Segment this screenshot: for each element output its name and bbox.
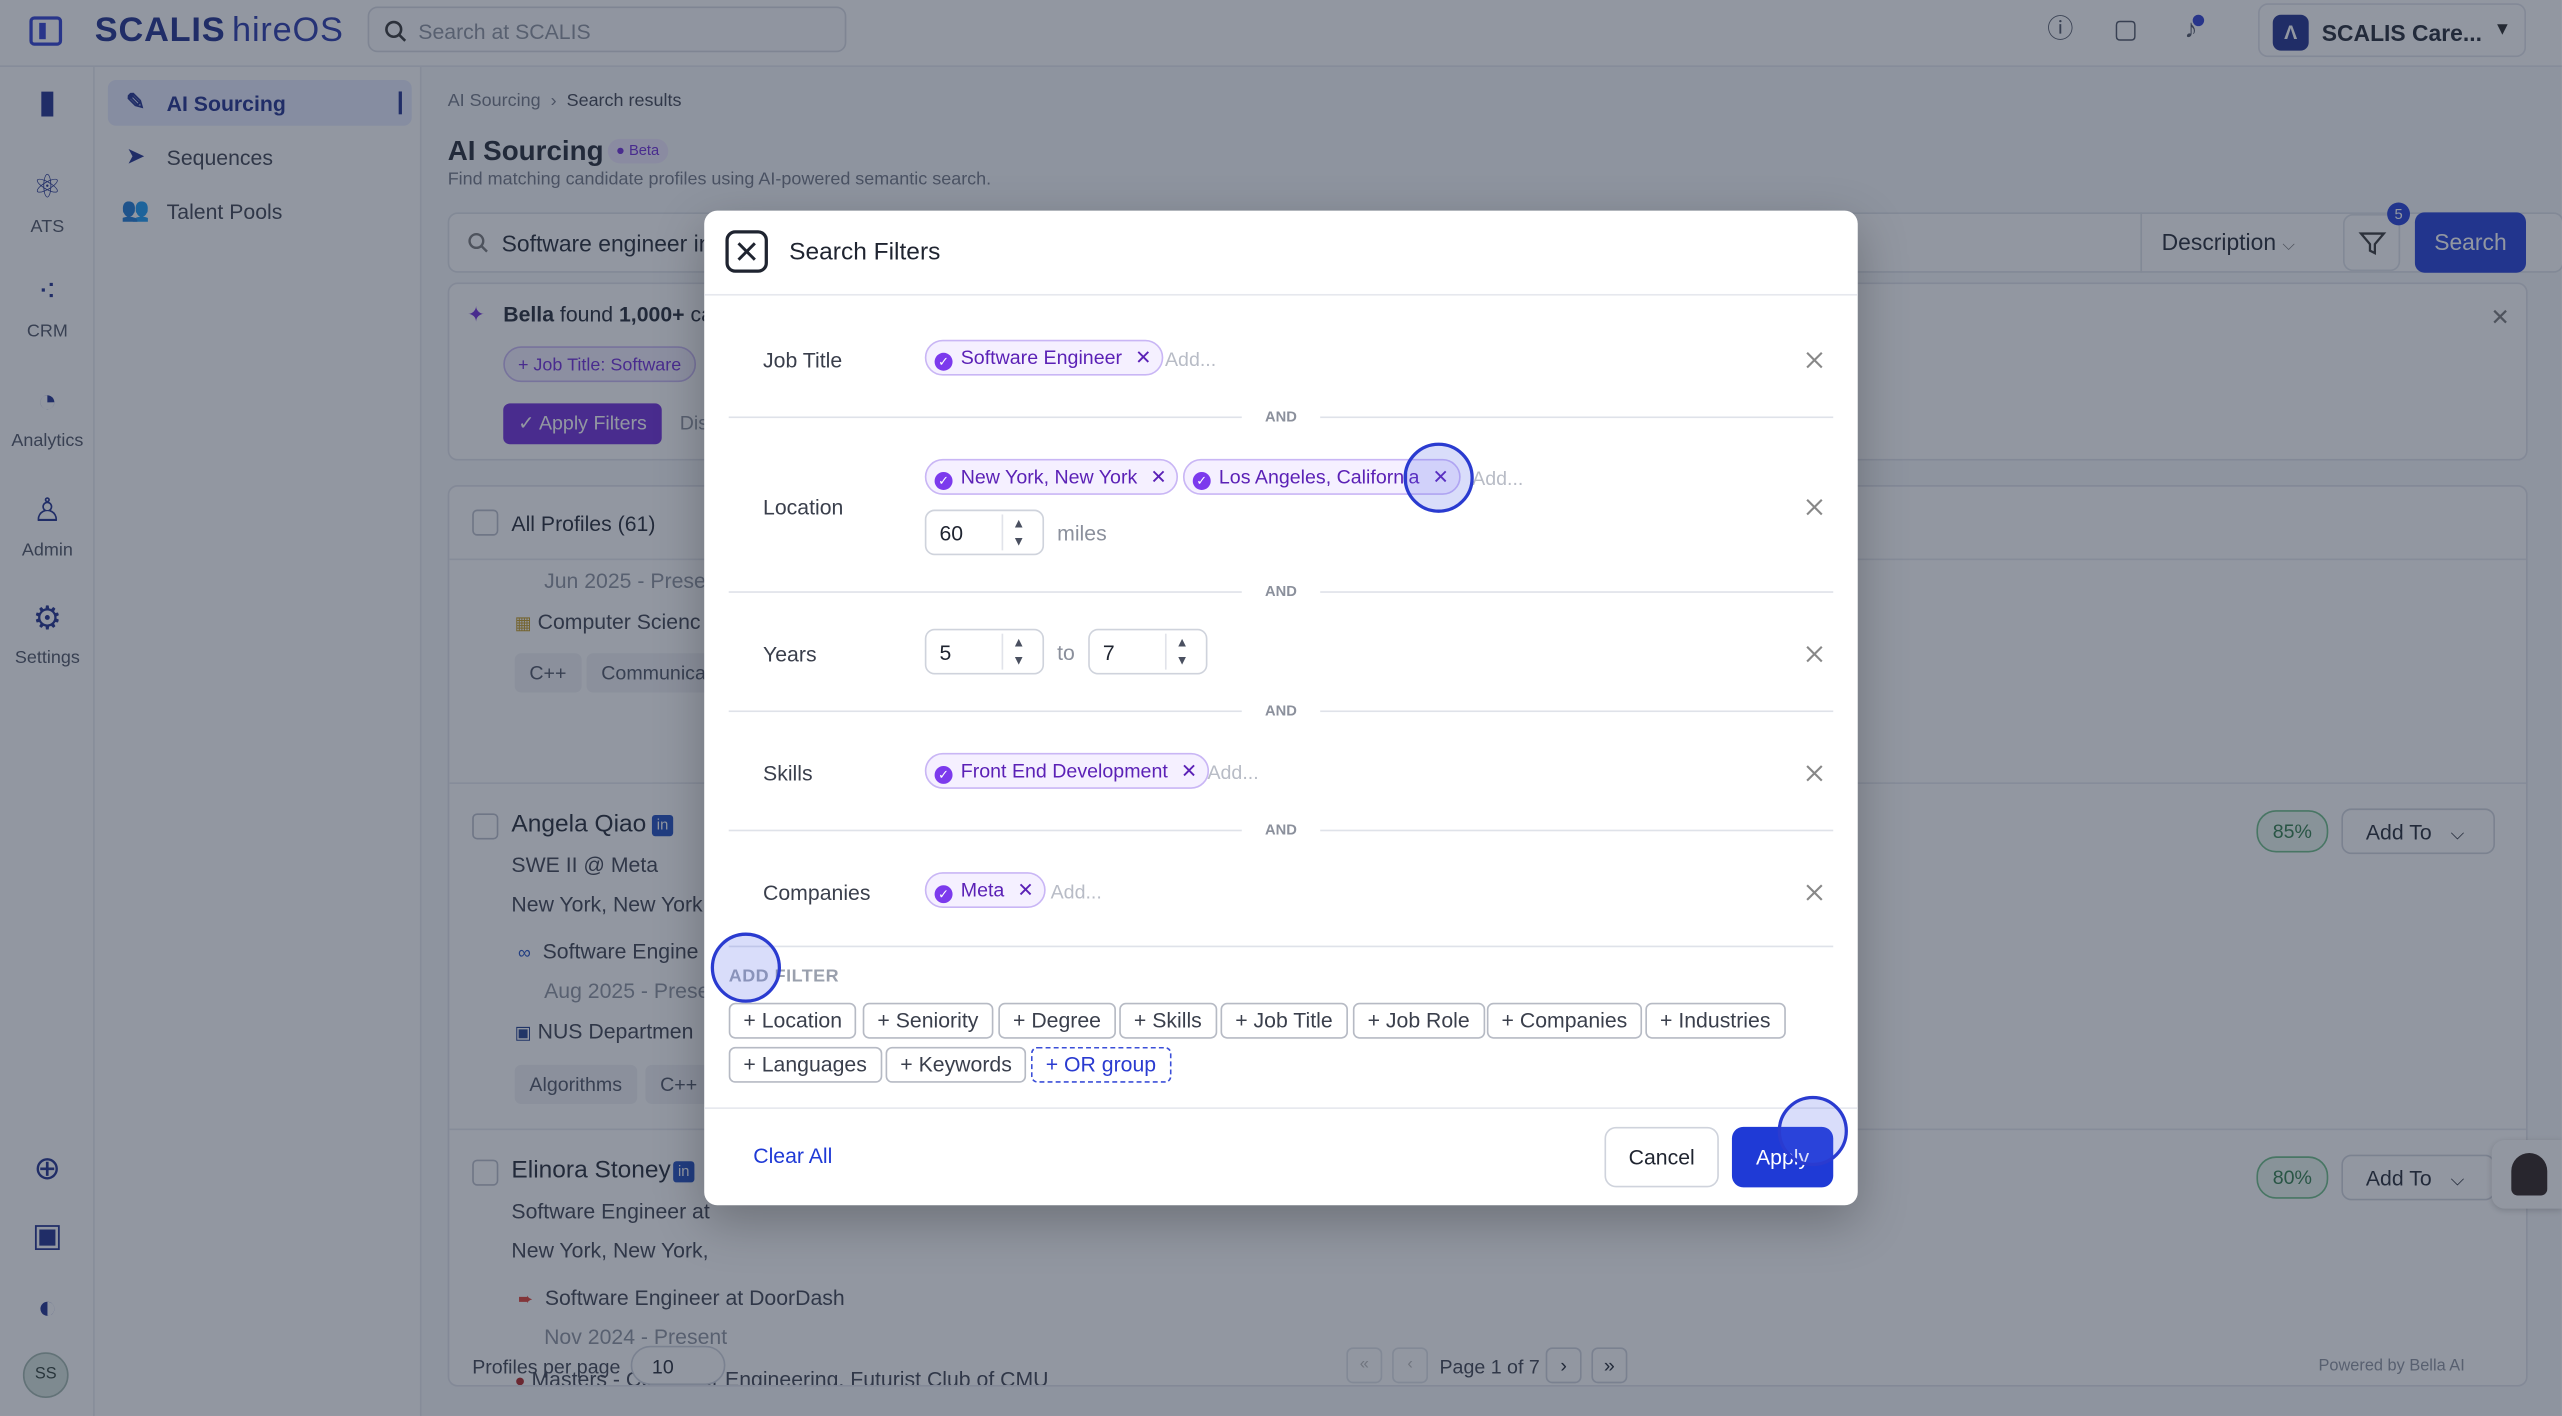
check-icon: ✓ [934, 885, 953, 904]
check-icon: ✓ [934, 471, 953, 490]
remove-chip-icon[interactable]: ✕ [1135, 346, 1151, 369]
and-separator: AND [704, 821, 1858, 838]
remove-chip-icon[interactable]: ✕ [1017, 879, 1033, 902]
add-filter-languages[interactable]: + Languages [728, 1046, 882, 1083]
add-filter-skills[interactable]: + Skills [1119, 1002, 1217, 1039]
and-separator: AND [704, 702, 1858, 719]
remove-filter-icon[interactable] [1805, 495, 1828, 518]
chip-label: Front End Development [960, 759, 1168, 783]
add-filter-job-role[interactable]: + Job Role [1352, 1002, 1485, 1039]
filter-label: Companies [763, 880, 871, 905]
filter-label: Skills [763, 761, 813, 786]
divider [704, 1107, 1858, 1109]
add-filter-job-title[interactable]: + Job Title [1220, 1002, 1348, 1039]
filter-chip: ✓ Front End Development ✕ [924, 752, 1209, 789]
chip-label: Meta [960, 878, 1005, 902]
skills-add-input[interactable]: Add... [1207, 761, 1258, 784]
job-title-add-input[interactable]: Add... [1165, 348, 1216, 371]
click-marker [1777, 1095, 1848, 1167]
chip-label: Software Engineer [960, 346, 1123, 370]
filter-chip: ✓ Software Engineer ✕ [924, 339, 1164, 376]
radius-unit: miles [1057, 520, 1107, 546]
add-filter-industries[interactable]: + Industries [1645, 1002, 1786, 1039]
and-label: AND [1242, 821, 1320, 838]
and-label: AND [1242, 583, 1320, 600]
divider [728, 945, 1834, 948]
clear-all-link[interactable]: Clear All [753, 1143, 832, 1167]
years-to-value: 7 [1102, 640, 1115, 665]
stepper-icon[interactable]: ▲ ▼ [1001, 514, 1035, 551]
stepper-icon[interactable]: ▲ ▼ [1164, 633, 1198, 670]
check-icon: ✓ [934, 352, 953, 371]
add-filter-companies[interactable]: + Companies [1486, 1002, 1643, 1039]
cancel-button[interactable]: Cancel [1604, 1126, 1719, 1188]
filter-label: Years [763, 641, 817, 667]
add-filter-keywords[interactable]: + Keywords [885, 1046, 1027, 1083]
modal-title: Search Filters [789, 238, 941, 267]
radius-value: 60 [939, 520, 964, 546]
filter-label: Location [763, 494, 844, 520]
and-label: AND [1242, 408, 1320, 425]
search-filters-modal: Search Filters Job Title ✓ Software Engin… [704, 210, 1858, 1206]
companies-add-input[interactable]: Add... [1051, 880, 1102, 903]
filter-chip: ✓ Meta ✕ [924, 872, 1046, 909]
close-icon [737, 242, 756, 261]
remove-filter-icon[interactable] [1805, 761, 1828, 784]
location-add-input[interactable]: Add... [1472, 467, 1523, 490]
years-from-value: 5 [939, 640, 952, 665]
chip-label: New York, New York [960, 465, 1138, 489]
click-marker [710, 932, 782, 1003]
years-to-input[interactable]: 7 ▲ ▼ [1088, 628, 1208, 675]
remove-chip-icon[interactable]: ✕ [1181, 759, 1197, 782]
remove-filter-icon[interactable] [1805, 348, 1828, 371]
years-from-input[interactable]: 5 ▲ ▼ [924, 628, 1045, 675]
stepper-icon[interactable]: ▲ ▼ [1001, 633, 1035, 670]
remove-filter-icon[interactable] [1805, 642, 1828, 665]
check-icon: ✓ [1192, 471, 1211, 490]
remove-filter-icon[interactable] [1805, 880, 1828, 903]
divider [704, 293, 1858, 296]
chip-label: Los Angeles, California [1218, 465, 1420, 489]
years-to-label: to [1057, 640, 1075, 665]
filter-label: Job Title [763, 347, 843, 373]
filter-chip: ✓ New York, New York ✕ [924, 458, 1179, 495]
close-modal-button[interactable] [725, 230, 768, 273]
and-separator: AND [704, 408, 1858, 425]
check-icon: ✓ [934, 765, 953, 784]
add-filter-seniority[interactable]: + Seniority [862, 1002, 994, 1039]
remove-chip-icon[interactable]: ✕ [1150, 465, 1166, 488]
app-root: SCALIShireOS Search at SCALIS ⓘ ▢ ♪ Λ SC… [0, 0, 2562, 1416]
and-label: AND [1242, 702, 1320, 719]
add-or-group[interactable]: + OR group [1030, 1046, 1171, 1083]
radius-input[interactable]: 60 ▲ ▼ [924, 509, 1045, 556]
click-marker [1403, 442, 1474, 513]
add-filter-location[interactable]: + Location [728, 1002, 857, 1039]
add-filter-degree[interactable]: + Degree [998, 1002, 1116, 1039]
and-separator: AND [704, 583, 1858, 600]
